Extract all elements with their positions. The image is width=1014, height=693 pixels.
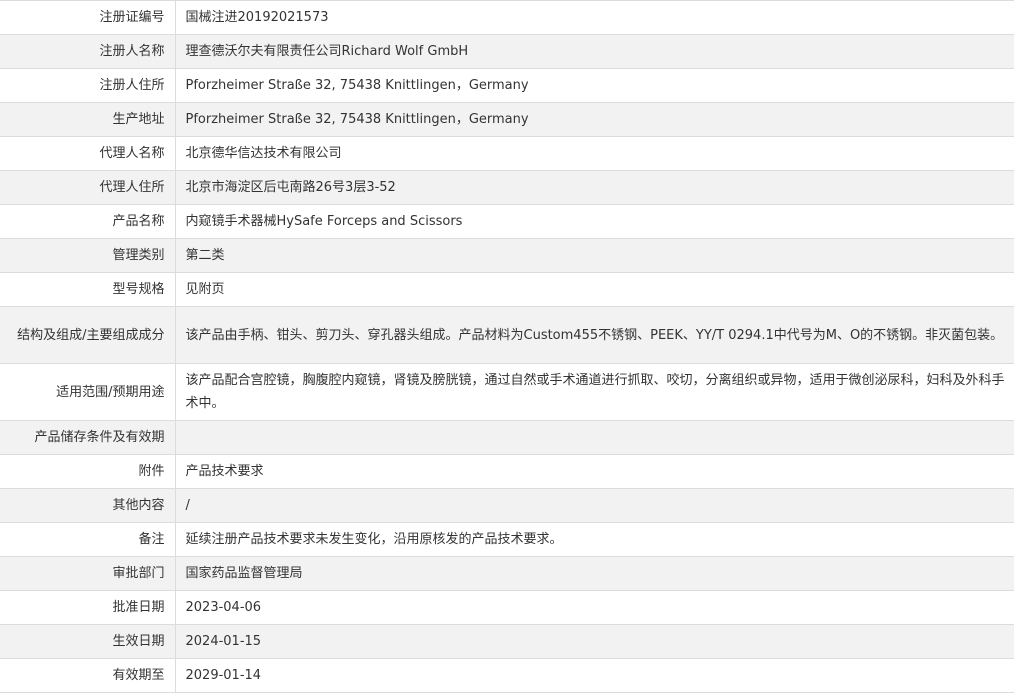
value-approval-date: 2023-04-06 [175, 590, 1014, 625]
row-structure-composition: 结构及组成/主要组成成分 该产品由手柄、钳头、剪刀头、穿孔器头组成。产品材料为C… [0, 306, 1014, 364]
value-product-name: 内窥镜手术器械HySafe Forceps and Scissors [175, 204, 1014, 239]
label-registrant-name: 注册人名称 [0, 34, 176, 69]
value-attachment: 产品技术要求 [175, 454, 1014, 489]
value-registrant-address: Pforzheimer Straße 32, 75438 Knittlingen… [175, 68, 1014, 103]
row-registrant-address: 注册人住所 Pforzheimer Straße 32, 75438 Knitt… [0, 68, 1014, 103]
value-agent-address: 北京市海淀区后屯南路26号3层3-52 [175, 170, 1014, 205]
label-registration-number: 注册证编号 [0, 0, 176, 35]
row-registration-number: 注册证编号 国械注进20192021573 [0, 0, 1014, 35]
row-approval-department: 审批部门 国家药品监督管理局 [0, 556, 1014, 591]
row-management-category: 管理类别 第二类 [0, 238, 1014, 273]
label-model-spec: 型号规格 [0, 272, 176, 307]
row-storage-validity: 产品储存条件及有效期 [0, 420, 1014, 455]
label-approval-date: 批准日期 [0, 590, 176, 625]
row-production-address: 生产地址 Pforzheimer Straße 32, 75438 Knittl… [0, 102, 1014, 137]
value-production-address: Pforzheimer Straße 32, 75438 Knittlingen… [175, 102, 1014, 137]
label-valid-until: 有效期至 [0, 658, 176, 693]
label-approval-department: 审批部门 [0, 556, 176, 591]
label-product-name: 产品名称 [0, 204, 176, 239]
label-structure-composition: 结构及组成/主要组成成分 [0, 306, 176, 364]
row-remarks: 备注 延续注册产品技术要求未发生变化，沿用原核发的产品技术要求。 [0, 522, 1014, 557]
value-model-spec: 见附页 [175, 272, 1014, 307]
value-structure-composition: 该产品由手柄、钳头、剪刀头、穿孔器头组成。产品材料为Custom455不锈钢、P… [175, 306, 1014, 364]
value-effective-date: 2024-01-15 [175, 624, 1014, 659]
row-agent-name: 代理人名称 北京德华信达技术有限公司 [0, 136, 1014, 171]
row-effective-date: 生效日期 2024-01-15 [0, 624, 1014, 659]
row-other-content: 其他内容 / [0, 488, 1014, 523]
label-registrant-address: 注册人住所 [0, 68, 176, 103]
row-attachment: 附件 产品技术要求 [0, 454, 1014, 489]
value-registration-number: 国械注进20192021573 [175, 0, 1014, 35]
label-effective-date: 生效日期 [0, 624, 176, 659]
label-management-category: 管理类别 [0, 238, 176, 273]
label-production-address: 生产地址 [0, 102, 176, 137]
label-agent-name: 代理人名称 [0, 136, 176, 171]
label-storage-validity: 产品储存条件及有效期 [0, 420, 176, 455]
row-intended-use: 适用范围/预期用途 该产品配合宫腔镜，胸腹腔内窥镜，肾镜及膀胱镜，通过自然或手术… [0, 363, 1014, 421]
value-agent-name: 北京德华信达技术有限公司 [175, 136, 1014, 171]
row-registrant-name: 注册人名称 理查德沃尔夫有限责任公司Richard Wolf GmbH [0, 34, 1014, 69]
value-storage-validity [175, 420, 1014, 455]
value-remarks: 延续注册产品技术要求未发生变化，沿用原核发的产品技术要求。 [175, 522, 1014, 557]
value-approval-department: 国家药品监督管理局 [175, 556, 1014, 591]
value-valid-until: 2029-01-14 [175, 658, 1014, 693]
label-remarks: 备注 [0, 522, 176, 557]
label-other-content: 其他内容 [0, 488, 176, 523]
registration-info-body: 注册证编号 国械注进20192021573 注册人名称 理查德沃尔夫有限责任公司… [0, 0, 1014, 693]
value-other-content: / [175, 488, 1014, 523]
row-valid-until: 有效期至 2029-01-14 [0, 658, 1014, 693]
row-approval-date: 批准日期 2023-04-06 [0, 590, 1014, 625]
registration-info-table: 注册证编号 国械注进20192021573 注册人名称 理查德沃尔夫有限责任公司… [0, 0, 1014, 693]
row-model-spec: 型号规格 见附页 [0, 272, 1014, 307]
label-intended-use: 适用范围/预期用途 [0, 363, 176, 421]
row-product-name: 产品名称 内窥镜手术器械HySafe Forceps and Scissors [0, 204, 1014, 239]
value-intended-use: 该产品配合宫腔镜，胸腹腔内窥镜，肾镜及膀胱镜，通过自然或手术通道进行抓取、咬切，… [175, 363, 1014, 421]
row-agent-address: 代理人住所 北京市海淀区后屯南路26号3层3-52 [0, 170, 1014, 205]
value-management-category: 第二类 [175, 238, 1014, 273]
value-registrant-name: 理查德沃尔夫有限责任公司Richard Wolf GmbH [175, 34, 1014, 69]
label-agent-address: 代理人住所 [0, 170, 176, 205]
label-attachment: 附件 [0, 454, 176, 489]
